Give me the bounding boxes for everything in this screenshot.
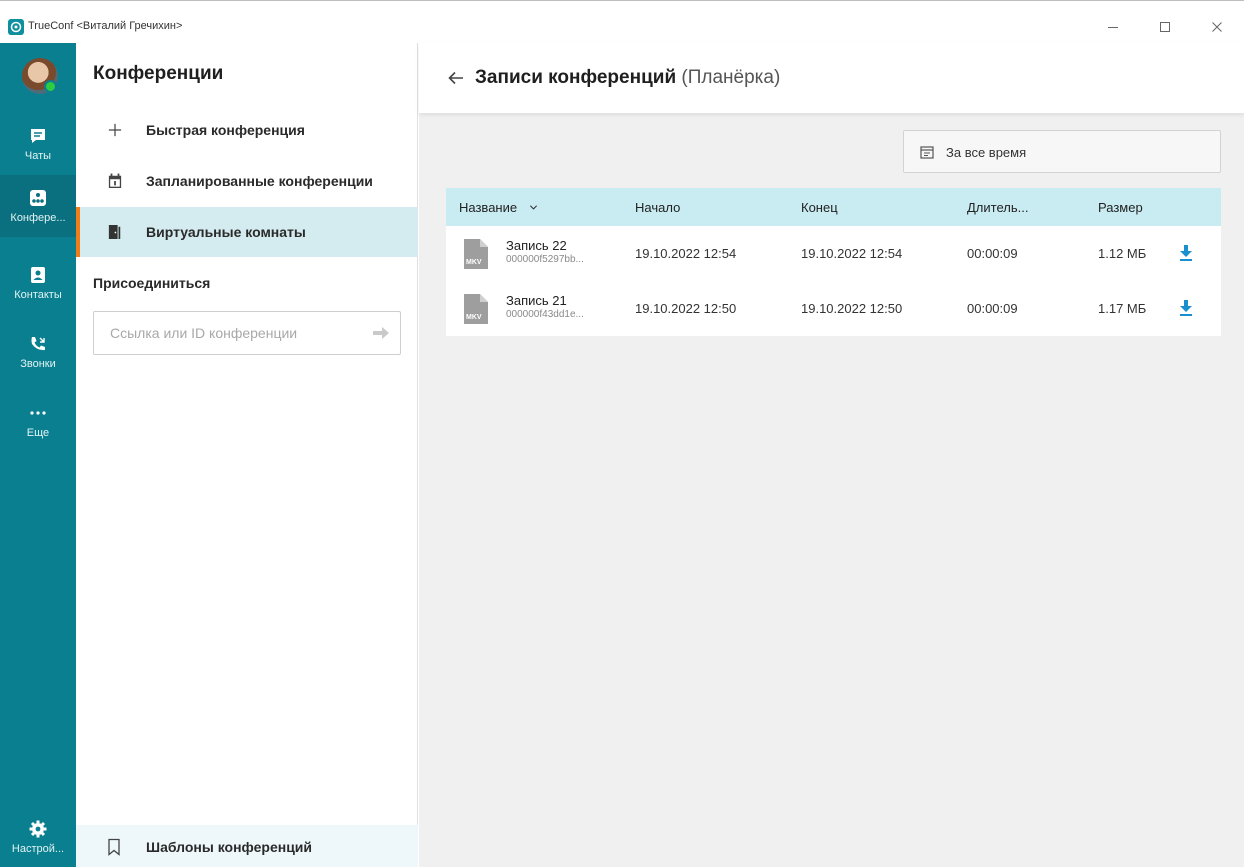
recordings-header: Записи конференций (Планёрка) (419, 43, 1244, 113)
calls-icon (31, 337, 45, 351)
page-subtitle: (Планёрка) (681, 67, 781, 88)
column-name-header[interactable]: Название (459, 200, 538, 215)
table-row[interactable]: MKV Запись 21 000000f43dd1e... 19.10.202… (446, 281, 1221, 336)
maximize-button[interactable] (1142, 11, 1188, 43)
plus-icon (106, 121, 124, 139)
close-button[interactable] (1194, 11, 1240, 43)
nav-settings[interactable]: Настрой... (0, 806, 76, 867)
recordings-table: Название Начало Конец Длитель... Размер … (446, 188, 1221, 336)
contacts-icon (31, 267, 45, 283)
column-end-header[interactable]: Конец (801, 200, 838, 215)
calendar-icon (106, 172, 124, 190)
record-start: 19.10.2022 12:54 (635, 246, 737, 261)
bookmark-icon (108, 838, 120, 856)
record-end: 19.10.2022 12:50 (801, 301, 903, 316)
date-filter-label: За все время (946, 145, 1027, 160)
arrow-right-icon[interactable] (372, 325, 390, 341)
record-duration: 00:00:09 (967, 246, 1018, 261)
page-title-text: Записи конференций (475, 67, 677, 88)
download-icon[interactable] (1177, 244, 1195, 262)
templates-label: Шаблоны конференций (146, 839, 313, 855)
calendar-icon (920, 146, 934, 159)
table-header: Название Начало Конец Длитель... Размер (446, 188, 1221, 226)
mkv-file-icon: MKV (464, 239, 488, 269)
menu-quick-conference[interactable]: Быстрая конференция (76, 105, 418, 155)
join-title: Присоединиться (93, 275, 211, 291)
minimize-icon (1108, 27, 1118, 28)
title-bar: TrueConf <Виталий Гречихин> (0, 11, 1244, 43)
nav-settings-label: Настрой... (11, 843, 65, 855)
door-icon (106, 223, 124, 241)
maximize-icon (1160, 22, 1170, 32)
download-icon[interactable] (1177, 299, 1195, 317)
nav-rail: Чаты Конфере... Контакты Звонки Еще Наст… (0, 43, 76, 867)
nav-conferences-label: Конфере... (10, 212, 66, 224)
nav-more-label: Еще (26, 427, 50, 439)
menu-scheduled-conferences-label: Запланированные конференции (146, 173, 373, 189)
record-end: 19.10.2022 12:54 (801, 246, 903, 261)
column-duration-header[interactable]: Длитель... (967, 200, 1028, 215)
menu-virtual-rooms-label: Виртуальные комнаты (146, 224, 306, 240)
column-start-header[interactable]: Начало (635, 200, 680, 215)
menu-scheduled-conferences[interactable]: Запланированные конференции (76, 156, 418, 206)
svg-text:MKV: MKV (466, 314, 482, 321)
menu-quick-conference-label: Быстрая конференция (146, 122, 305, 138)
join-field[interactable] (93, 311, 401, 355)
panel-title: Конференции (93, 63, 224, 84)
column-name-label: Название (459, 200, 518, 215)
record-duration: 00:00:09 (967, 301, 1018, 316)
record-size: 1.12 МБ (1098, 246, 1147, 261)
record-start: 19.10.2022 12:50 (635, 301, 737, 316)
column-size-header[interactable]: Размер (1098, 200, 1143, 215)
templates-item[interactable]: Шаблоны конференций (76, 825, 418, 867)
nav-more[interactable]: Еще (0, 390, 76, 452)
record-size: 1.17 МБ (1098, 301, 1147, 316)
conference-icon (30, 190, 46, 206)
online-status-icon (44, 80, 57, 93)
nav-contacts[interactable]: Контакты (0, 252, 76, 314)
date-filter-button[interactable]: За все время (903, 130, 1221, 173)
chat-icon (31, 129, 45, 143)
more-icon (30, 411, 46, 415)
menu-virtual-rooms[interactable]: Виртуальные комнаты (76, 207, 418, 257)
minimize-button[interactable] (1090, 11, 1136, 43)
app-window: TrueConf <Виталий Гречихин> Чаты Конфере… (0, 0, 1244, 867)
conference-link-input[interactable] (110, 312, 370, 354)
record-name: Запись 21 (506, 293, 567, 308)
chevron-down-icon (529, 205, 537, 210)
nav-calls[interactable]: Звонки (0, 321, 76, 383)
nav-calls-label: Звонки (20, 358, 56, 370)
record-id: 000000f43dd1e... (506, 309, 584, 320)
page-title: Записи конференций (Планёрка) (475, 67, 780, 89)
record-id: 000000f5297bb... (506, 254, 584, 265)
svg-text:MKV: MKV (466, 259, 482, 266)
recordings-view: Записи конференций (Планёрка) За все вре… (419, 43, 1244, 867)
back-arrow-icon[interactable] (446, 68, 466, 88)
nav-contacts-label: Контакты (14, 289, 62, 301)
window-title: TrueConf <Виталий Гречихин> (28, 20, 183, 32)
nav-chats[interactable]: Чаты (0, 113, 76, 175)
gear-icon (29, 820, 47, 838)
conferences-panel: Конференции Быстрая конференция Запланир… (76, 43, 418, 867)
nav-conferences[interactable]: Конфере... (0, 175, 76, 237)
record-name: Запись 22 (506, 238, 567, 253)
trueconf-logo-icon (8, 19, 24, 35)
table-row[interactable]: MKV Запись 22 000000f5297bb... 19.10.202… (446, 226, 1221, 281)
nav-chats-label: Чаты (24, 150, 52, 162)
close-icon (1212, 22, 1222, 32)
mkv-file-icon: MKV (464, 294, 488, 324)
